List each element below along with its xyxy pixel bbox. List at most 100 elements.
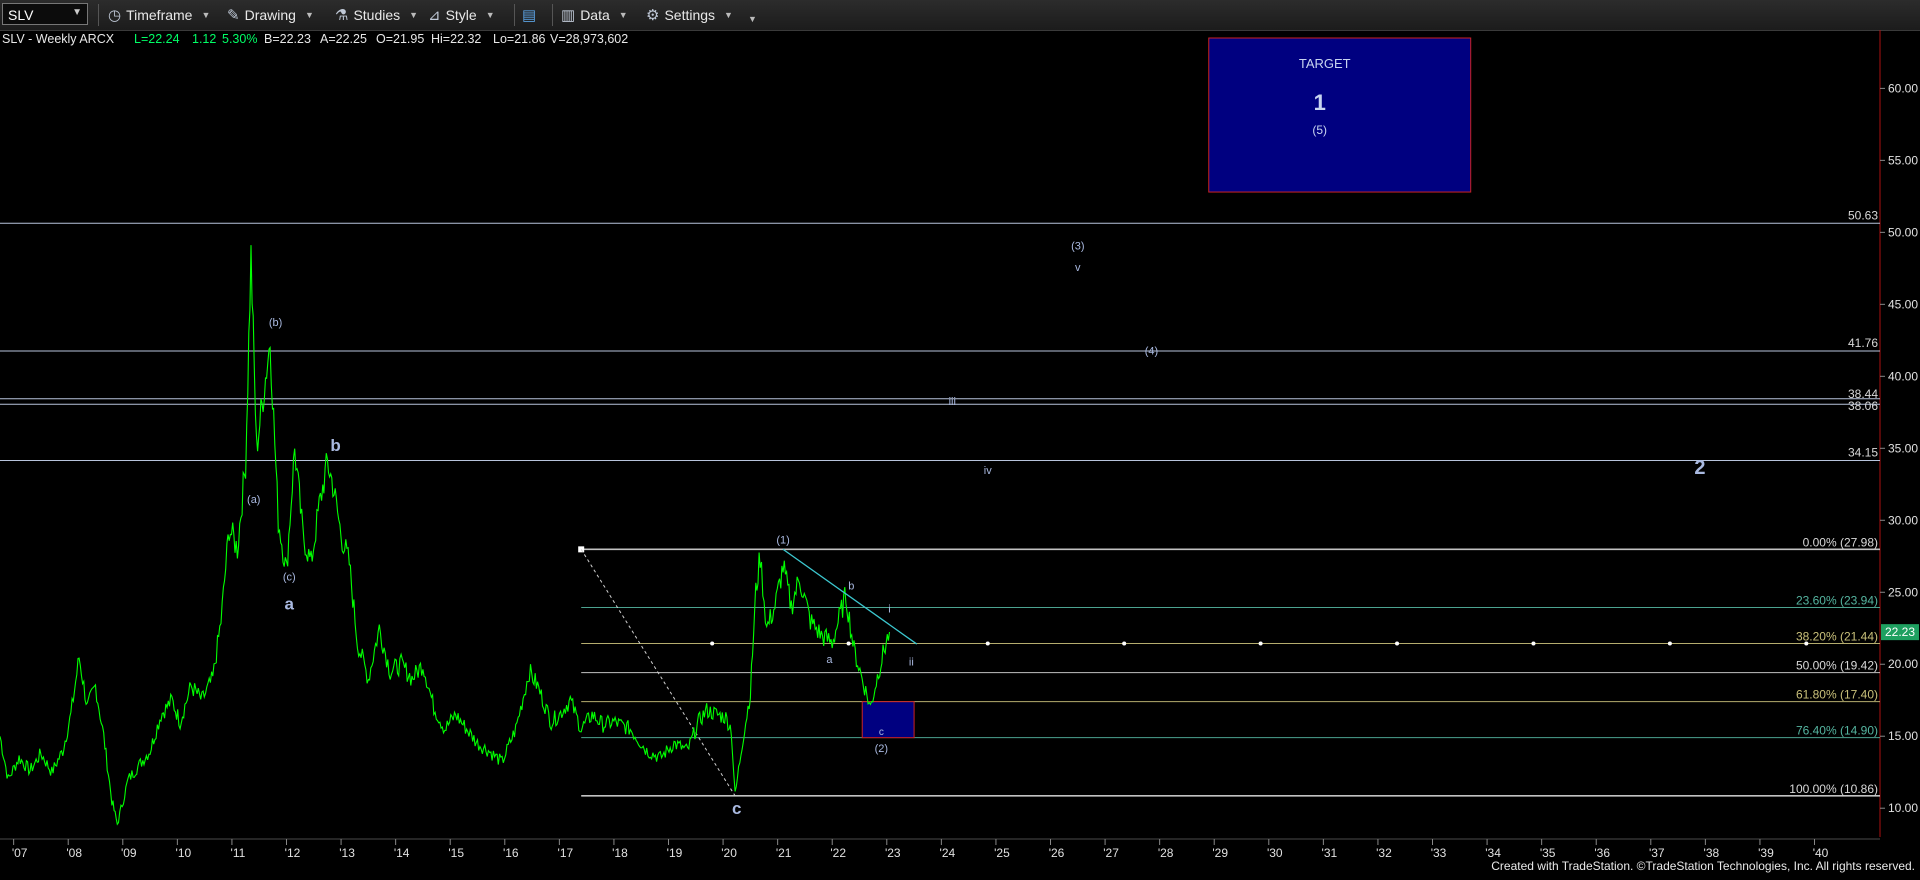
price-tick-label: 30.00 — [1888, 513, 1918, 527]
more-arrow-icon: ▼ — [748, 14, 757, 24]
year-tick-label: '09 — [121, 846, 137, 860]
year-tick-label: '39 — [1758, 846, 1774, 860]
drawing-menu[interactable]: ✎ Drawing ▼ — [227, 5, 314, 25]
toolbar: SLV ▼ ◷ Timeframe ▼ ✎ Drawing ▼ ⚗ Studie… — [0, 0, 1920, 31]
target-wave-1: 1 — [1314, 90, 1326, 115]
chevron-down-icon[interactable]: ▼ — [72, 7, 82, 18]
year-tick-label: '26 — [1049, 846, 1065, 860]
wave-label: (3) — [1071, 241, 1084, 253]
flask-icon: ⚗ — [335, 7, 349, 24]
fib-label: 23.60% (23.94) — [1796, 594, 1878, 608]
year-tick-label: '25 — [994, 846, 1010, 860]
year-tick-label: '31 — [1322, 846, 1338, 860]
bar-chart-icon: ▥ — [561, 7, 576, 24]
wave-label: v — [1075, 262, 1081, 274]
wave-label: (1) — [776, 534, 789, 546]
year-tick-label: '35 — [1540, 846, 1556, 860]
level-dot — [1395, 641, 1400, 646]
year-tick-label: '21 — [776, 846, 792, 860]
year-tick-label: '08 — [66, 846, 82, 860]
ask-price: A=22.25 — [320, 32, 367, 46]
fib-label: 61.80% (17.40) — [1796, 688, 1878, 702]
year-tick-label: '34 — [1485, 846, 1501, 860]
price-tick-label: 25.00 — [1888, 585, 1918, 599]
level-dot — [846, 641, 851, 646]
price-change: 1.12 — [192, 32, 216, 46]
level-label: 34.15 — [1848, 446, 1878, 460]
year-tick-label: '18 — [612, 846, 628, 860]
drawing-label: Drawing — [244, 7, 296, 23]
level-dot — [710, 641, 715, 646]
symbol-input[interactable]: SLV ▼ — [2, 3, 88, 25]
year-tick-label: '15 — [448, 846, 464, 860]
studies-menu[interactable]: ⚗ Studies ▼ — [335, 5, 418, 25]
wave-label: a — [826, 654, 833, 666]
wave-label: b — [848, 580, 854, 592]
level-label: 41.76 — [1848, 336, 1878, 350]
target-title: TARGET — [1299, 56, 1351, 71]
year-tick-label: '40 — [1813, 846, 1829, 860]
year-tick-label: '27 — [1103, 846, 1119, 860]
wave-label: (2) — [875, 743, 888, 755]
year-tick-label: '24 — [940, 846, 956, 860]
open-price: O=21.95 — [376, 32, 424, 46]
bid-price: B=22.23 — [264, 32, 311, 46]
dropdown-arrow-icon: ▼ — [201, 10, 211, 20]
wave-label: (c) — [283, 572, 296, 584]
year-tick-label: '23 — [885, 846, 901, 860]
target-wave-5: (5) — [1312, 123, 1327, 137]
last-price: L=22.24 — [134, 32, 180, 46]
symbol-info: SLV - Weekly ARCX — [2, 32, 115, 46]
level-dot — [1122, 641, 1127, 646]
year-tick-label: '17 — [558, 846, 574, 860]
low-price: Lo=21.86 — [493, 32, 546, 46]
year-tick-label: '12 — [285, 846, 301, 860]
year-tick-label: '36 — [1594, 846, 1610, 860]
wave-label: a — [284, 595, 294, 614]
dropdown-arrow-icon: ▼ — [409, 10, 419, 20]
year-tick-label: '07 — [12, 846, 28, 860]
level-dot — [985, 641, 990, 646]
level-dot — [1667, 641, 1672, 646]
layout-button[interactable]: ▤ — [522, 5, 536, 25]
toolbar-divider — [514, 4, 515, 26]
year-tick-label: '14 — [394, 846, 410, 860]
year-tick-label: '10 — [176, 846, 192, 860]
style-icon: ⊿ — [428, 7, 441, 24]
symbol-text: SLV — [8, 7, 34, 23]
timeframe-label: Timeframe — [126, 7, 193, 23]
chart-area[interactable]: SLV - Weekly ARCX L=22.24 1.12 5.30% B=2… — [0, 30, 1920, 875]
year-tick-label: '13 — [339, 846, 355, 860]
fib-label: 0.00% (27.98) — [1803, 535, 1878, 549]
wave-label: ii — [909, 657, 914, 669]
year-tick-label: '37 — [1649, 846, 1665, 860]
toolbar-overflow-button[interactable]: ▼ — [744, 9, 757, 29]
current-price-label: 22.23 — [1885, 625, 1915, 639]
clock-icon: ◷ — [108, 7, 122, 24]
wave-label: (4) — [1145, 346, 1158, 358]
year-tick-label: '30 — [1267, 846, 1283, 860]
wave-label: 2 — [1694, 457, 1705, 479]
wave-label: (b) — [269, 317, 282, 329]
price-tick-label: 10.00 — [1888, 801, 1918, 815]
settings-menu[interactable]: ⚙ Settings ▼ — [646, 5, 733, 25]
year-tick-label: '19 — [667, 846, 683, 860]
fib-label: 76.40% (14.90) — [1796, 724, 1878, 738]
style-menu[interactable]: ⊿ Style ▼ — [428, 5, 495, 25]
year-tick-label: '33 — [1431, 846, 1447, 860]
data-label: Data — [580, 7, 610, 23]
high-price: Hi=22.32 — [431, 32, 481, 46]
settings-label: Settings — [664, 7, 716, 23]
wave-label: iv — [984, 465, 992, 477]
level-dot — [1804, 641, 1809, 646]
level-label: 50.63 — [1848, 208, 1878, 222]
wave-label: iii — [949, 396, 956, 408]
timeframe-menu[interactable]: ◷ Timeframe ▼ — [108, 5, 210, 25]
wave-label: (a) — [247, 494, 260, 506]
data-menu[interactable]: ▥ Data ▼ — [561, 5, 628, 25]
dropdown-arrow-icon: ▼ — [485, 10, 495, 20]
price-chart[interactable]: SLV - Weekly ARCX L=22.24 1.12 5.30% B=2… — [0, 30, 1920, 875]
toolbar-divider — [552, 4, 553, 26]
year-tick-label: '20 — [721, 846, 737, 860]
price-change-pct: 5.30% — [222, 32, 257, 46]
